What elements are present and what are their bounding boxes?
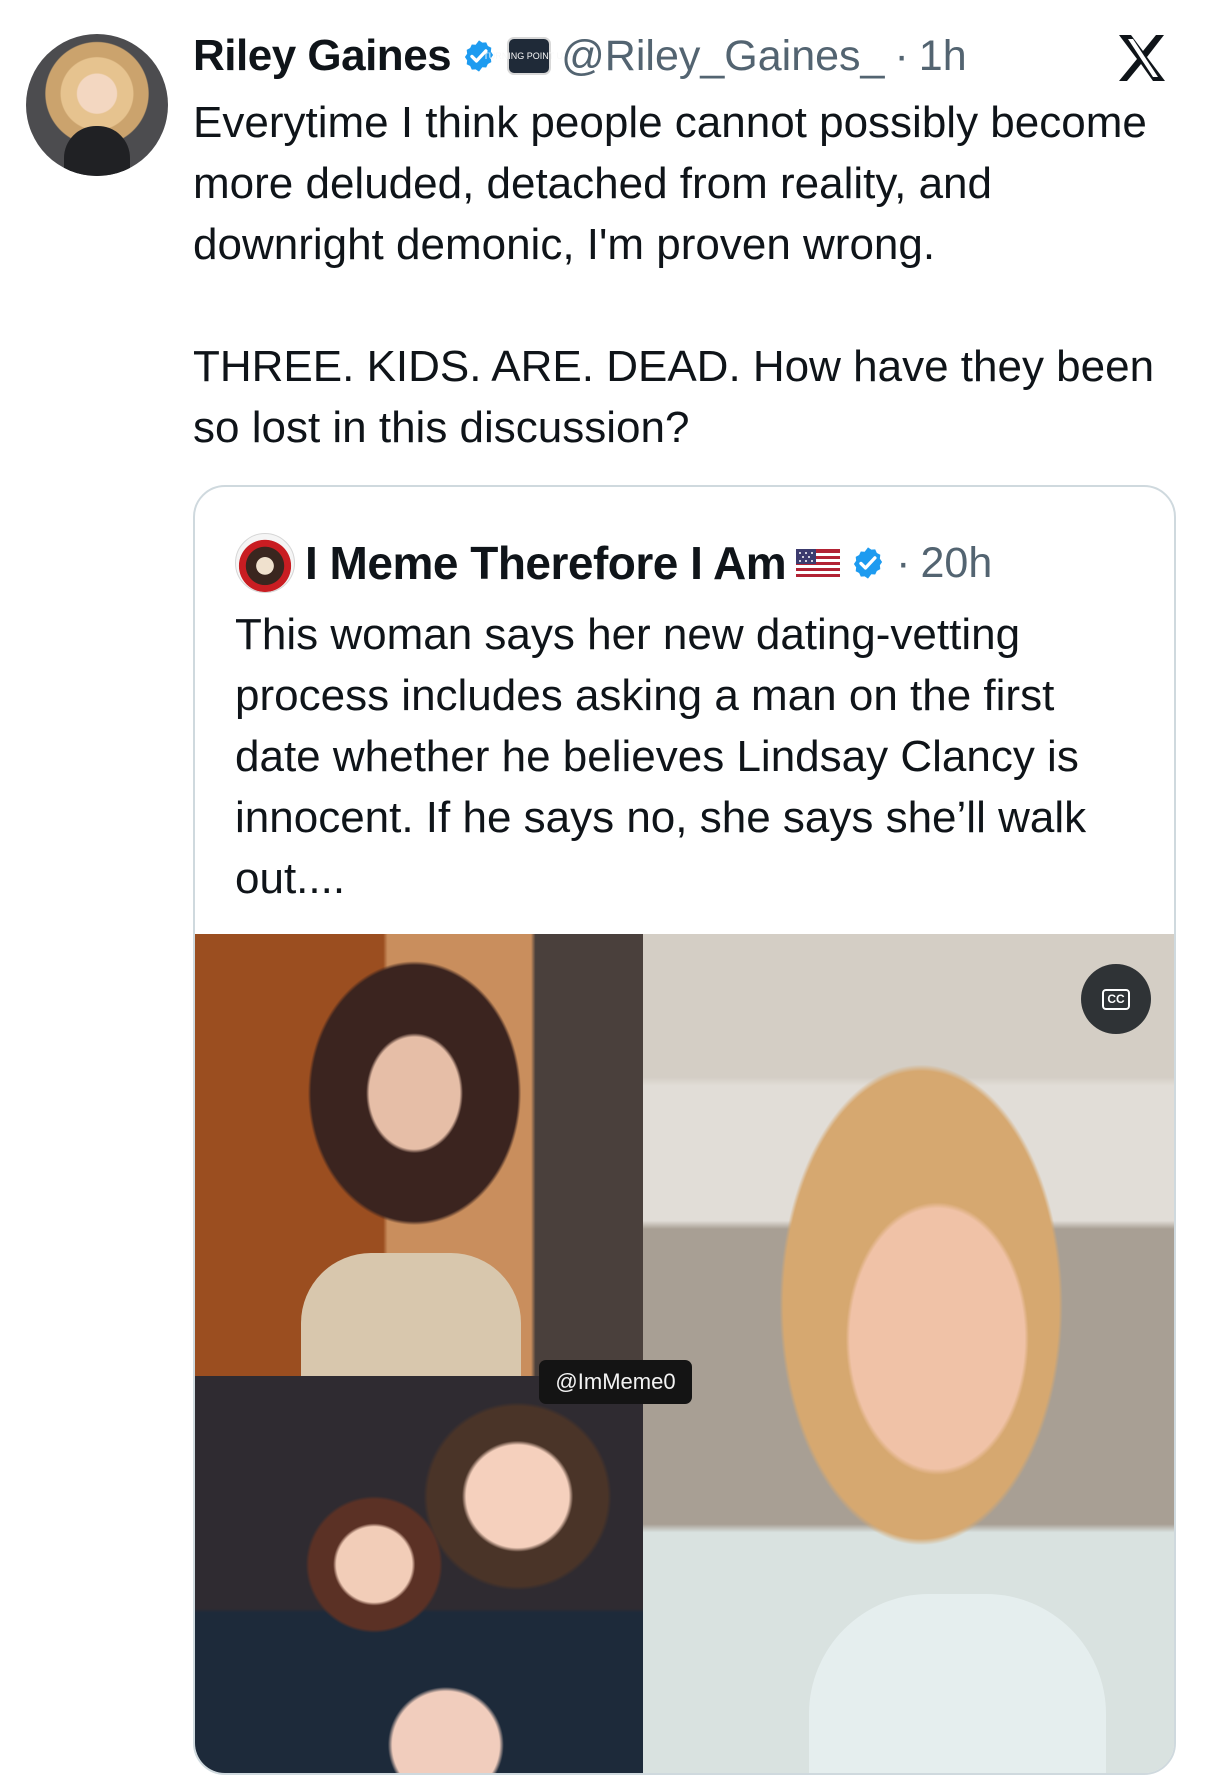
author-name[interactable]: Riley Gaines — [193, 31, 452, 81]
speaking-woman-video-frame — [643, 934, 1174, 1773]
closed-captions-button[interactable]: CC — [1081, 964, 1151, 1034]
tweet-time[interactable]: 1h — [919, 32, 967, 81]
quoted-author-row: I Meme Therefore I Am · 20h — [235, 532, 992, 594]
video-watermark: @ImMeme0 — [539, 1360, 692, 1404]
us-flag-icon — [796, 549, 841, 577]
quoted-separator-dot: · — [896, 538, 911, 587]
x-logo-icon[interactable] — [1114, 30, 1170, 86]
quoted-time[interactable]: 20h — [920, 539, 992, 588]
quoted-author-avatar[interactable] — [235, 533, 295, 593]
author-handle[interactable]: @Riley_Gaines_ — [561, 32, 884, 81]
children-photo — [195, 1376, 643, 1773]
separator-dot: · — [894, 31, 909, 80]
tweet-author-row: Riley Gaines TURNING POINT USA @Riley_Ga… — [193, 28, 967, 84]
closed-captions-icon: CC — [1102, 988, 1130, 1010]
riley-gaines-avatar[interactable] — [26, 34, 168, 176]
tweet-body: Everytime I think people cannot possibly… — [193, 98, 1155, 452]
quoted-author-name[interactable]: I Meme Therefore I Am — [305, 536, 787, 590]
quoted-tweet-card[interactable]: I Meme Therefore I Am · 20h This woman s… — [193, 485, 1176, 1775]
quoted-tweet-body: This woman says her new dating-vetting p… — [235, 610, 1087, 903]
courtroom-woman-image — [195, 934, 643, 1376]
quoted-verified-badge-icon — [854, 547, 883, 579]
affiliate-badge[interactable]: TURNING POINT USA — [483, 37, 575, 75]
quoted-video-media[interactable]: CC @ImMeme0 — [195, 934, 1174, 1773]
